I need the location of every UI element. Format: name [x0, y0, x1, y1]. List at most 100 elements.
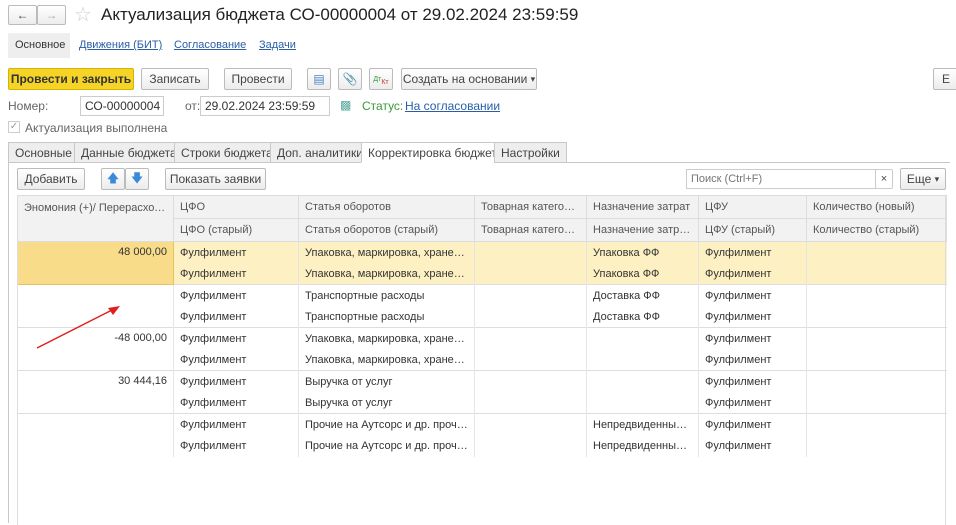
col-header-cfo-old[interactable]: ЦФО (старый) — [173, 218, 299, 242]
table-cell[interactable] — [806, 349, 947, 371]
tab-budget-data[interactable]: Данные бюджета — [74, 142, 184, 163]
table-cell[interactable]: Фулфилмент — [173, 370, 299, 392]
table-cell[interactable]: Фулфилмент — [698, 327, 807, 349]
back-button[interactable]: ← — [8, 5, 37, 25]
table-cell[interactable] — [474, 327, 587, 349]
table-cell[interactable]: Фулфилмент — [173, 392, 299, 414]
table-cell[interactable] — [806, 306, 947, 328]
table-cell[interactable]: Фулфилмент — [173, 306, 299, 328]
table-cell[interactable] — [806, 327, 947, 349]
table-cell[interactable]: Упаковка, маркировка, хранение — [298, 263, 475, 285]
col-header-purpose-old[interactable]: Назначение затрат (старый) — [586, 218, 699, 242]
post-and-close-button[interactable]: Провести и закрыть — [8, 68, 134, 90]
table-cell[interactable]: Фулфилмент — [698, 263, 807, 285]
col-header-cfo[interactable]: ЦФО — [173, 195, 299, 219]
table-row[interactable]: Фулфилмент Транспортные расходы Доставка Ф… — [17, 284, 947, 328]
table-cell[interactable]: Фулфилмент — [173, 263, 299, 285]
table-cell[interactable] — [806, 241, 947, 263]
table-row[interactable]: -48 000,00 Фулфилмент Упаковка, маркировка… — [17, 327, 947, 371]
table-cell[interactable]: Упаковка ФФ — [586, 263, 699, 285]
table-cell[interactable] — [806, 392, 947, 414]
table-cell[interactable]: Фулфилмент — [698, 241, 807, 263]
col-header-cfu[interactable]: ЦФУ — [698, 195, 807, 219]
table-cell[interactable]: Прочие на Аутсорс и др. прочие — [298, 413, 475, 435]
table-cell[interactable] — [806, 435, 947, 457]
table-cell[interactable] — [806, 413, 947, 435]
col-header-amount[interactable]: Эномония (+)/ Перерасход (–) — [17, 195, 174, 242]
table-cell[interactable] — [474, 241, 587, 263]
move-down-icon[interactable]: 🡇 — [125, 168, 149, 190]
clear-search-icon[interactable]: × — [875, 169, 893, 189]
tab-basic[interactable]: Основные — [8, 142, 79, 163]
number-field[interactable]: СО-00000004 — [80, 96, 164, 116]
table-cell[interactable]: Фулфилмент — [698, 435, 807, 457]
table-cell[interactable]: Фулфилмент — [173, 241, 299, 263]
table-cell[interactable]: Непредвиденные расходы — [586, 413, 699, 435]
date-field[interactable]: 29.02.2024 23:59:59 — [200, 96, 330, 116]
table-cell[interactable]: Фулфилмент — [173, 284, 299, 306]
col-header-category-old[interactable]: Товарная категория (старый) — [474, 218, 587, 242]
table-cell[interactable] — [474, 284, 587, 306]
table-cell[interactable]: Упаковка ФФ — [586, 241, 699, 263]
forward-button[interactable]: → — [37, 5, 66, 25]
debit-credit-icon[interactable]: Дт Кт — [369, 68, 393, 90]
table-cell[interactable]: Фулфилмент — [698, 306, 807, 328]
table-cell[interactable]: Фулфилмент — [173, 349, 299, 371]
table-cell[interactable]: Фулфилмент — [698, 284, 807, 306]
table-cell[interactable] — [474, 349, 587, 371]
col-header-article[interactable]: Статья оборотов — [298, 195, 475, 219]
add-button[interactable]: Добавить — [17, 168, 85, 190]
search-input[interactable] — [686, 169, 876, 189]
table-row[interactable]: Фулфилмент Прочие на Аутсорс и др. прочие… — [17, 413, 947, 457]
save-button[interactable]: Записать — [141, 68, 209, 90]
col-header-cfu-old[interactable]: ЦФУ (старый) — [698, 218, 807, 242]
table-cell[interactable]: Фулфилмент — [173, 413, 299, 435]
table-cell[interactable] — [586, 392, 699, 414]
table-cell[interactable]: Упаковка, маркировка, хранение — [298, 327, 475, 349]
amount-cell[interactable]: 48 000,00 — [17, 241, 174, 285]
table-row[interactable]: 48 000,00 Фулфилмент Упаковка, маркировка,… — [17, 241, 947, 285]
table-cell[interactable]: Прочие на Аутсорс и др. прочие — [298, 435, 475, 457]
table-cell[interactable] — [474, 306, 587, 328]
tab-approval[interactable]: Согласование — [174, 39, 246, 51]
tab-settings[interactable]: Настройки — [494, 142, 567, 163]
table-cell[interactable] — [586, 370, 699, 392]
actualized-checkbox[interactable]: ✓ — [8, 121, 20, 133]
table-cell[interactable]: Фулфилмент — [698, 392, 807, 414]
col-header-qty-new[interactable]: Количество (новый) — [806, 195, 947, 219]
col-header-qty-old[interactable]: Количество (старый) — [806, 218, 947, 242]
tab-budget-lines[interactable]: Строки бюджета — [174, 142, 280, 163]
table-cell[interactable]: Транспортные расходы — [298, 306, 475, 328]
col-header-article-old[interactable]: Статья оборотов (старый) — [298, 218, 475, 242]
amount-cell[interactable]: 30 444,16 — [17, 370, 174, 414]
move-up-icon[interactable]: 🡅 — [101, 168, 125, 190]
table-cell[interactable]: Упаковка, маркировка, хранение — [298, 349, 475, 371]
attachment-icon[interactable]: 📎 — [338, 68, 362, 90]
table-more-button[interactable]: Еще ▾ — [900, 168, 946, 190]
table-cell[interactable] — [806, 370, 947, 392]
tab-main[interactable]: Основное — [8, 33, 70, 58]
table-cell[interactable] — [806, 263, 947, 285]
show-requests-button[interactable]: Показать заявки — [165, 168, 266, 190]
table-cell[interactable]: Выручка от услуг — [298, 392, 475, 414]
amount-cell[interactable] — [17, 413, 174, 457]
table-cell[interactable]: Фулфилмент — [173, 327, 299, 349]
more-actions-button[interactable]: Е — [933, 68, 956, 90]
table-cell[interactable]: Непредвиденные расходы — [586, 435, 699, 457]
tab-extra-analytics[interactable]: Доп. аналитики — [270, 142, 370, 163]
table-cell[interactable] — [474, 435, 587, 457]
status-link[interactable]: На согласовании — [405, 99, 500, 113]
table-cell[interactable]: Доставка ФФ — [586, 284, 699, 306]
tab-movements[interactable]: Движения (БИТ) — [79, 39, 162, 51]
table-cell[interactable] — [586, 349, 699, 371]
report-icon[interactable]: ▤ — [307, 68, 331, 90]
table-row[interactable]: 30 444,16 Фулфилмент Выручка от услуг Фулфи… — [17, 370, 947, 414]
favorite-star-icon[interactable]: ☆ — [74, 2, 92, 27]
table-cell[interactable] — [474, 263, 587, 285]
create-based-on-button[interactable]: Создать на основании ▾ — [401, 68, 537, 90]
table-cell[interactable]: Фулфилмент — [173, 435, 299, 457]
tab-budget-correction[interactable]: Корректировка бюджета — [361, 142, 511, 163]
col-header-category[interactable]: Товарная категория — [474, 195, 587, 219]
table-cell[interactable]: Доставка ФФ — [586, 306, 699, 328]
table-cell[interactable] — [474, 370, 587, 392]
